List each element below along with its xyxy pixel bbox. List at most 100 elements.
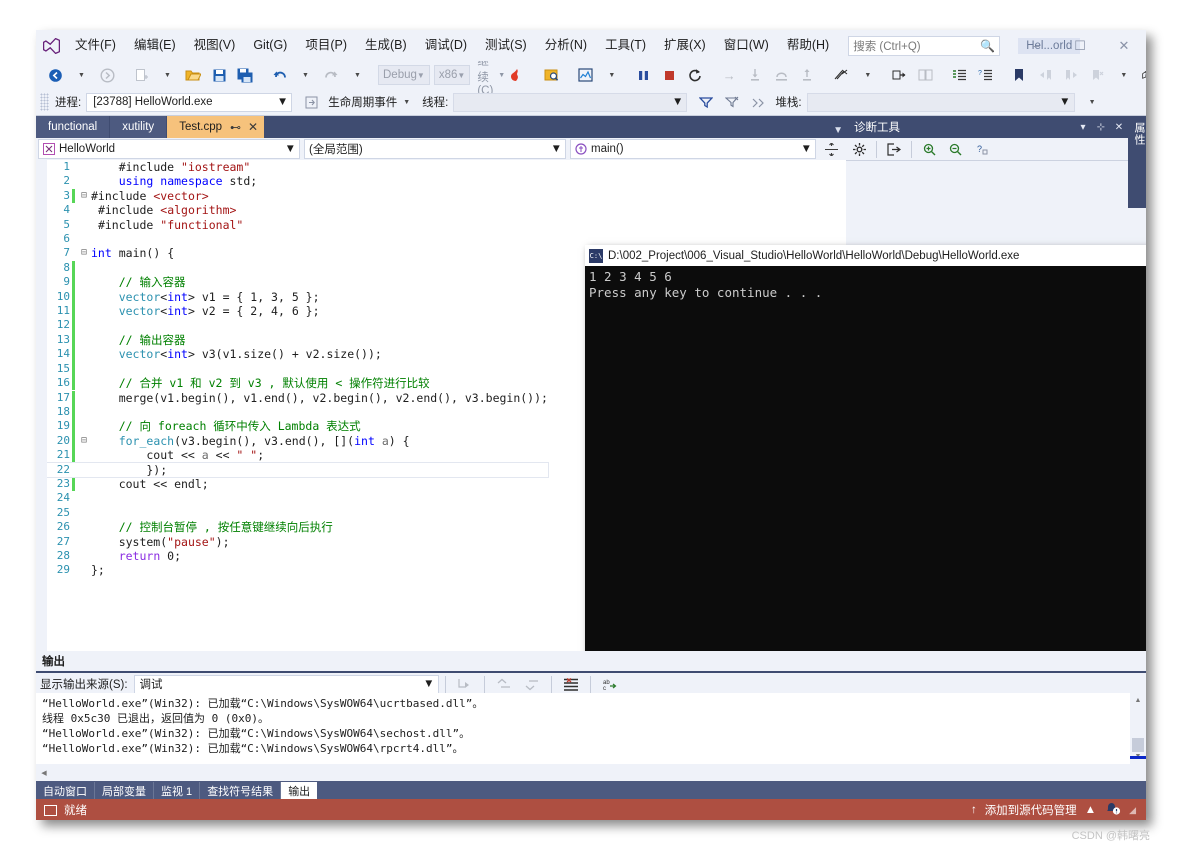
undo-dropdown[interactable]: ▼ bbox=[292, 64, 318, 86]
open-file-icon[interactable] bbox=[180, 64, 206, 86]
fold-toggle[interactable]: ⊟ bbox=[77, 246, 91, 260]
output-source-combo[interactable]: 调试 ▼ bbox=[133, 674, 439, 694]
thread-combo[interactable]: ▼ bbox=[453, 92, 688, 112]
next-bookmark-icon[interactable] bbox=[1058, 64, 1084, 86]
debugbar-grip[interactable] bbox=[40, 93, 49, 111]
code-line[interactable]: 21 cout << a << " "; bbox=[36, 448, 548, 463]
menu-view[interactable]: 视图(V) bbox=[185, 30, 245, 61]
chevron-down-icon[interactable]: ▾ bbox=[1074, 122, 1092, 133]
stack-options-dropdown[interactable]: ▼ bbox=[1079, 91, 1105, 113]
show-threads-dropdown[interactable]: ▼ bbox=[854, 64, 880, 86]
pause-icon[interactable] bbox=[630, 64, 656, 86]
flag-threads-icon[interactable] bbox=[719, 91, 745, 113]
scroll-left-icon[interactable]: ◀ bbox=[36, 764, 52, 781]
help-icon[interactable]: ? bbox=[968, 138, 994, 160]
document-tab-xutility[interactable]: xutility bbox=[110, 116, 167, 138]
find-in-files-icon[interactable] bbox=[538, 64, 564, 86]
right-docked-tab[interactable]: 属性 bbox=[1128, 116, 1146, 208]
threads-columns-icon[interactable] bbox=[745, 91, 771, 113]
new-item-dropdown[interactable]: ▼ bbox=[154, 64, 180, 86]
code-line[interactable]: 10 vector<int> v1 = { 1, 3, 5 }; bbox=[36, 289, 548, 305]
scrollbar-track[interactable] bbox=[1130, 708, 1146, 759]
uncomment-selection-icon[interactable]: ? bbox=[972, 64, 998, 86]
fold-toggle[interactable]: ⊟ bbox=[77, 189, 91, 203]
nav-project-combo[interactable]: HelloWorld ▼ bbox=[38, 139, 300, 159]
scroll-up-icon[interactable]: ▲ bbox=[1130, 693, 1146, 708]
save-icon[interactable] bbox=[206, 64, 232, 86]
nav-scope-combo[interactable]: (全局范围) ▼ bbox=[304, 139, 566, 159]
menu-project[interactable]: 项目(P) bbox=[296, 30, 356, 61]
code-line[interactable]: 7 ⊟ int main() { bbox=[36, 246, 548, 260]
tab-find-symbol-results[interactable]: 查找符号结果 bbox=[200, 782, 282, 799]
gear-icon[interactable] bbox=[846, 138, 872, 160]
code-line[interactable]: 19 // 向 foreach 循环中传入 Lambda 表达式 bbox=[36, 419, 548, 434]
comment-selection-icon[interactable] bbox=[946, 64, 972, 86]
maximize-button[interactable]: ☐ bbox=[1058, 30, 1102, 61]
tab-output[interactable]: 输出 bbox=[281, 782, 318, 799]
step-into-specific-icon[interactable] bbox=[886, 64, 912, 86]
close-icon[interactable]: ✕ bbox=[1110, 122, 1128, 133]
code-line[interactable]: 13 // 输出容器 bbox=[36, 332, 548, 348]
step-over-icon[interactable] bbox=[768, 64, 794, 86]
pin-tab-icon[interactable]: ⊷ bbox=[230, 121, 241, 134]
output-vertical-scrollbar[interactable]: ▲ ▼ bbox=[1130, 693, 1146, 764]
go-to-previous-icon[interactable] bbox=[491, 673, 517, 695]
step-into-icon[interactable] bbox=[742, 64, 768, 86]
redo-icon[interactable] bbox=[318, 64, 344, 86]
menu-extensions[interactable]: 扩展(X) bbox=[655, 30, 715, 61]
code-line[interactable]: 29}; bbox=[36, 563, 548, 577]
minimize-button[interactable]: – bbox=[1014, 30, 1058, 61]
code-line[interactable]: 26 // 控制台暂停 , 按任意键继续向后执行 bbox=[36, 520, 548, 534]
clear-all-icon[interactable] bbox=[452, 673, 478, 695]
tab-watch-1[interactable]: 监视 1 bbox=[154, 782, 201, 799]
notification-bell-icon[interactable] bbox=[1104, 801, 1121, 819]
menu-window[interactable]: 窗口(W) bbox=[715, 30, 778, 61]
code-line[interactable]: 17 merge(v1.begin(), v1.end(), v2.begin(… bbox=[36, 390, 548, 405]
menu-help[interactable]: 帮助(H) bbox=[778, 30, 838, 61]
process-combo[interactable]: [23788] HelloWorld.exe ▼ bbox=[86, 92, 293, 112]
toggle-bookmark-icon[interactable] bbox=[1006, 64, 1032, 86]
menu-git[interactable]: Git(G) bbox=[244, 30, 296, 61]
step-out-icon[interactable] bbox=[794, 64, 820, 86]
code-line[interactable]: 23 cout << endl; bbox=[36, 476, 548, 492]
stop-icon[interactable] bbox=[656, 64, 682, 86]
hot-reload-icon[interactable] bbox=[504, 64, 530, 86]
code-line[interactable]: 25 bbox=[36, 506, 548, 520]
show-diagnostic-tools-icon[interactable] bbox=[572, 64, 598, 86]
toggle-word-wrap-icon[interactable] bbox=[558, 673, 584, 695]
tab-autos[interactable]: 自动窗口 bbox=[36, 782, 95, 799]
indent-icon[interactable] bbox=[912, 64, 938, 86]
go-to-next-icon[interactable] bbox=[519, 673, 545, 695]
undo-icon[interactable] bbox=[266, 64, 292, 86]
menu-debug[interactable]: 调试(D) bbox=[416, 30, 476, 61]
menu-analyze[interactable]: 分析(N) bbox=[536, 30, 596, 61]
restart-icon[interactable] bbox=[682, 64, 708, 86]
output-horizontal-scrollbar[interactable]: ◀ bbox=[36, 764, 1130, 781]
continue-button[interactable]: 继续(C) ▼ bbox=[474, 56, 505, 97]
code-line[interactable]: 4 #include <algorithm> bbox=[36, 203, 548, 217]
zoom-in-icon[interactable] bbox=[916, 138, 942, 160]
code-line[interactable]: 20 ⊟ for_each(v3.begin(), v3.end(), [](in… bbox=[36, 433, 548, 449]
show-threads-in-source-icon[interactable] bbox=[828, 64, 854, 86]
code-line[interactable]: 1 #include "iostream" bbox=[36, 160, 548, 174]
nav-member-combo[interactable]: main() ▼ bbox=[570, 139, 816, 159]
lifecycle-events-icon[interactable] bbox=[298, 91, 324, 113]
code-line[interactable]: 5 #include "functional" bbox=[36, 218, 548, 232]
navigate-forward-button[interactable] bbox=[94, 64, 120, 86]
code-line[interactable]: 24 bbox=[36, 491, 548, 505]
code-line[interactable]: 12 bbox=[36, 318, 548, 333]
stack-frame-combo[interactable]: ▼ bbox=[806, 92, 1075, 112]
solution-configuration-combo[interactable]: Debug ▼ bbox=[378, 65, 430, 85]
new-item-button[interactable] bbox=[128, 64, 154, 86]
pin-icon[interactable]: ⊹ bbox=[1092, 122, 1110, 133]
code-line[interactable]: 22 }); bbox=[36, 461, 549, 478]
menu-file[interactable]: 文件(F) bbox=[66, 30, 125, 61]
quick-launch-search[interactable]: 搜索 (Ctrl+Q) 🔍 bbox=[848, 35, 1001, 56]
live-share-button[interactable]: Live Share bbox=[1136, 64, 1146, 86]
code-line[interactable]: 11 vector<int> v2 = { 2, 4, 6 }; bbox=[36, 304, 548, 319]
code-line[interactable]: 27 system("pause"); bbox=[36, 535, 548, 549]
split-editor-icon[interactable] bbox=[818, 138, 844, 160]
chevron-up-icon[interactable]: ▲ bbox=[1085, 804, 1096, 816]
bookmarks-dropdown[interactable]: ▼ bbox=[1110, 64, 1136, 86]
solution-platform-combo[interactable]: x86 ▼ bbox=[433, 65, 471, 85]
